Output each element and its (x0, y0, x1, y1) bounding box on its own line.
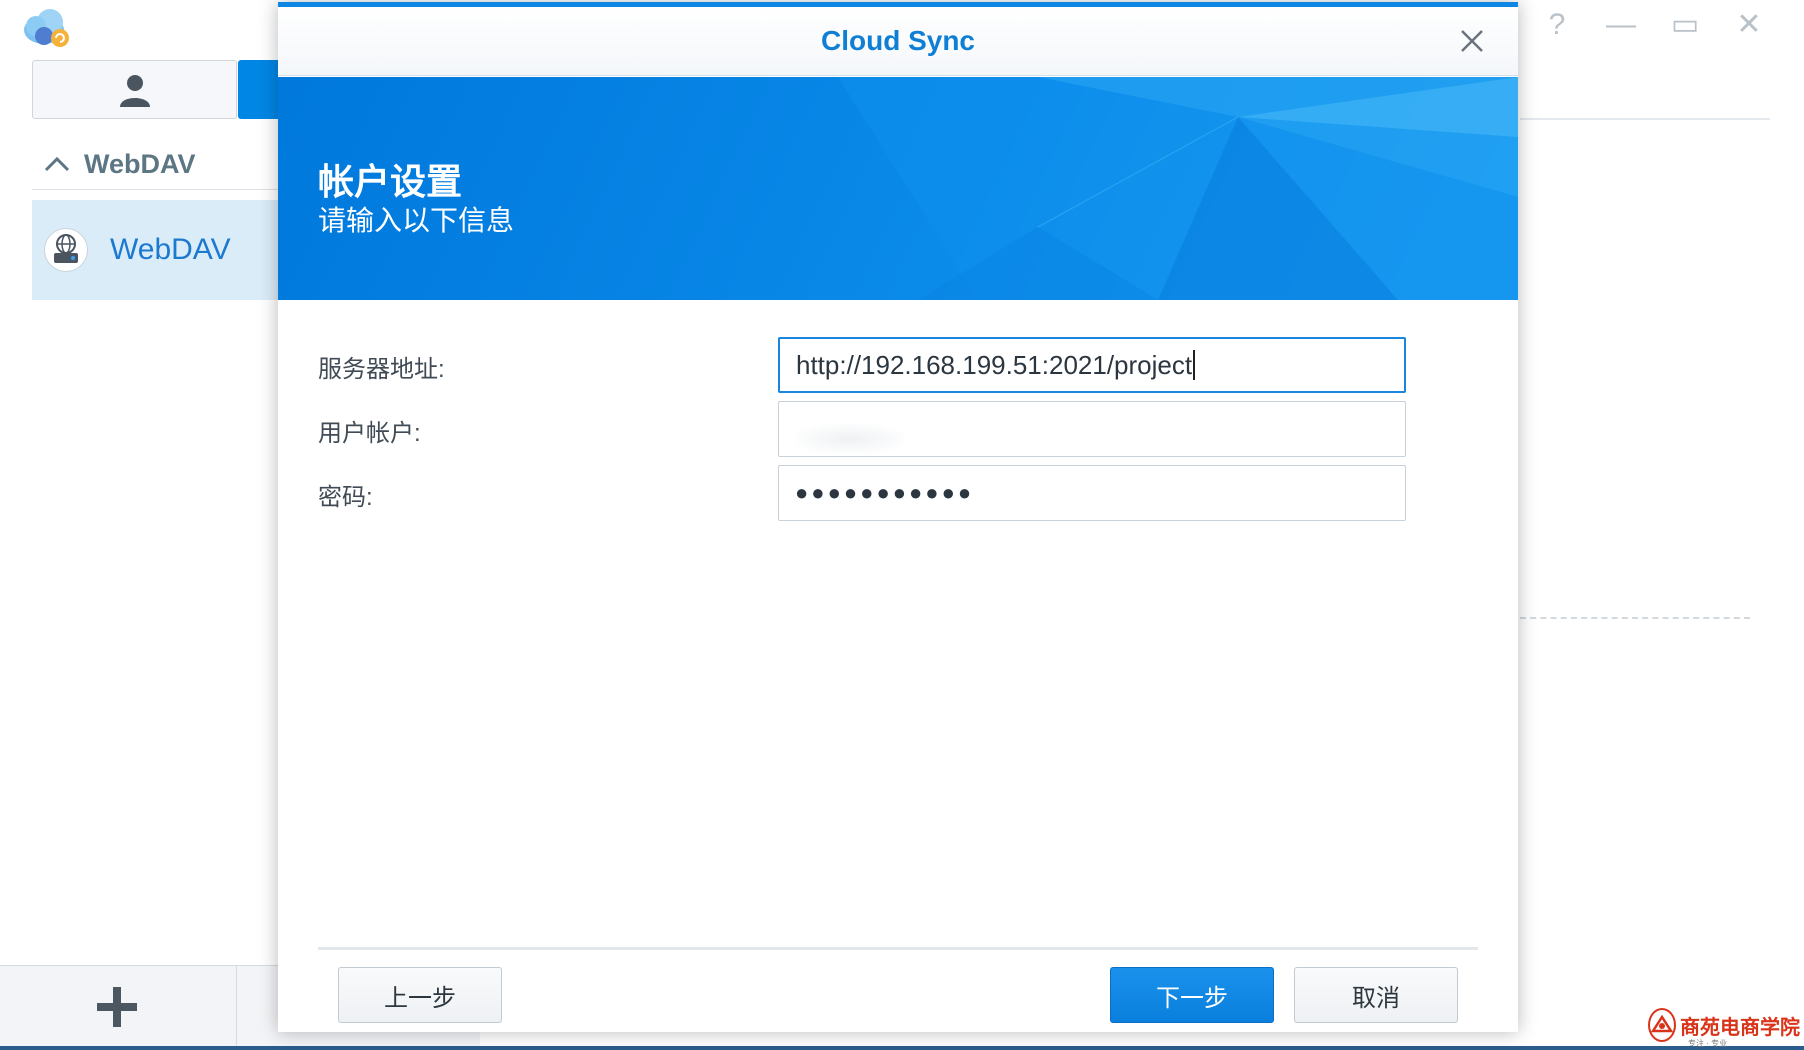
server-address-input[interactable]: http://192.168.199.51:2021/project (778, 337, 1406, 393)
watermark-logo-icon (1648, 1008, 1676, 1042)
minimize-icon[interactable]: — (1604, 10, 1638, 40)
watermark-text: 商苑电商学院 (1680, 1014, 1800, 1039)
dialog-header: Cloud Sync (278, 7, 1518, 76)
close-icon[interactable] (1452, 21, 1492, 61)
dialog-banner: 帐户设置 请输入以下信息 (278, 77, 1518, 300)
user-account-input[interactable] (778, 401, 1406, 457)
maximize-icon[interactable]: ▭ (1668, 10, 1702, 40)
user-account-label: 用户帐户: (318, 420, 421, 447)
divider (236, 965, 237, 1050)
password-label: 密码: (318, 484, 373, 511)
password-input[interactable]: ●●●●●●●●●●● (778, 465, 1406, 521)
text-caret (1193, 350, 1196, 380)
tab-user[interactable] (32, 60, 237, 119)
cloud-sync-logo-icon (20, 4, 74, 50)
close-window-icon[interactable]: ✕ (1732, 10, 1766, 40)
password-value: ●●●●●●●●●●● (795, 480, 975, 505)
user-account-row: 用户帐户: (318, 401, 1478, 457)
sidebar-item-webdav[interactable]: WebDAV (32, 200, 292, 300)
sidebar-group-title: WebDAV (84, 149, 196, 179)
chevron-up-icon (44, 152, 74, 178)
next-button[interactable]: 下一步 (1110, 967, 1274, 1023)
back-button[interactable]: 上一步 (338, 967, 502, 1023)
taskbar-edge (0, 1046, 1804, 1050)
divider (1520, 118, 1770, 120)
add-button[interactable] (82, 972, 152, 1042)
banner-title: 帐户设置 (318, 161, 463, 202)
help-icon[interactable]: ? (1540, 10, 1574, 40)
server-address-label: 服务器地址: (318, 356, 445, 383)
plus-icon (97, 987, 137, 1027)
password-row: 密码: ●●●●●●●●●●● (318, 465, 1478, 521)
user-icon (119, 74, 150, 107)
server-address-value: http://192.168.199.51:2021/project (796, 349, 1193, 380)
redacted-username (795, 424, 905, 454)
banner-decoration (838, 77, 1518, 300)
watermark: 商苑电商学院 专注 · 专业 (1648, 1004, 1800, 1048)
banner-subtitle: 请输入以下信息 (318, 205, 515, 236)
webdav-globe-icon (44, 228, 88, 272)
sidebar-item-label: WebDAV (110, 233, 231, 266)
server-address-row: 服务器地址: http://192.168.199.51:2021/projec… (318, 337, 1478, 393)
account-settings-dialog: Cloud Sync 帐户设置 请输入以下信息 服务器地址: http://19… (278, 2, 1518, 1032)
dialog-title: Cloud Sync (820, 25, 975, 56)
watermark-subtext: 专注 · 专业 (1688, 1039, 1728, 1048)
cancel-button[interactable]: 取消 (1294, 967, 1458, 1023)
footer-divider (318, 947, 1478, 950)
sidebar-group-header[interactable]: WebDAV (32, 140, 282, 190)
divider-dashed (1520, 617, 1750, 619)
